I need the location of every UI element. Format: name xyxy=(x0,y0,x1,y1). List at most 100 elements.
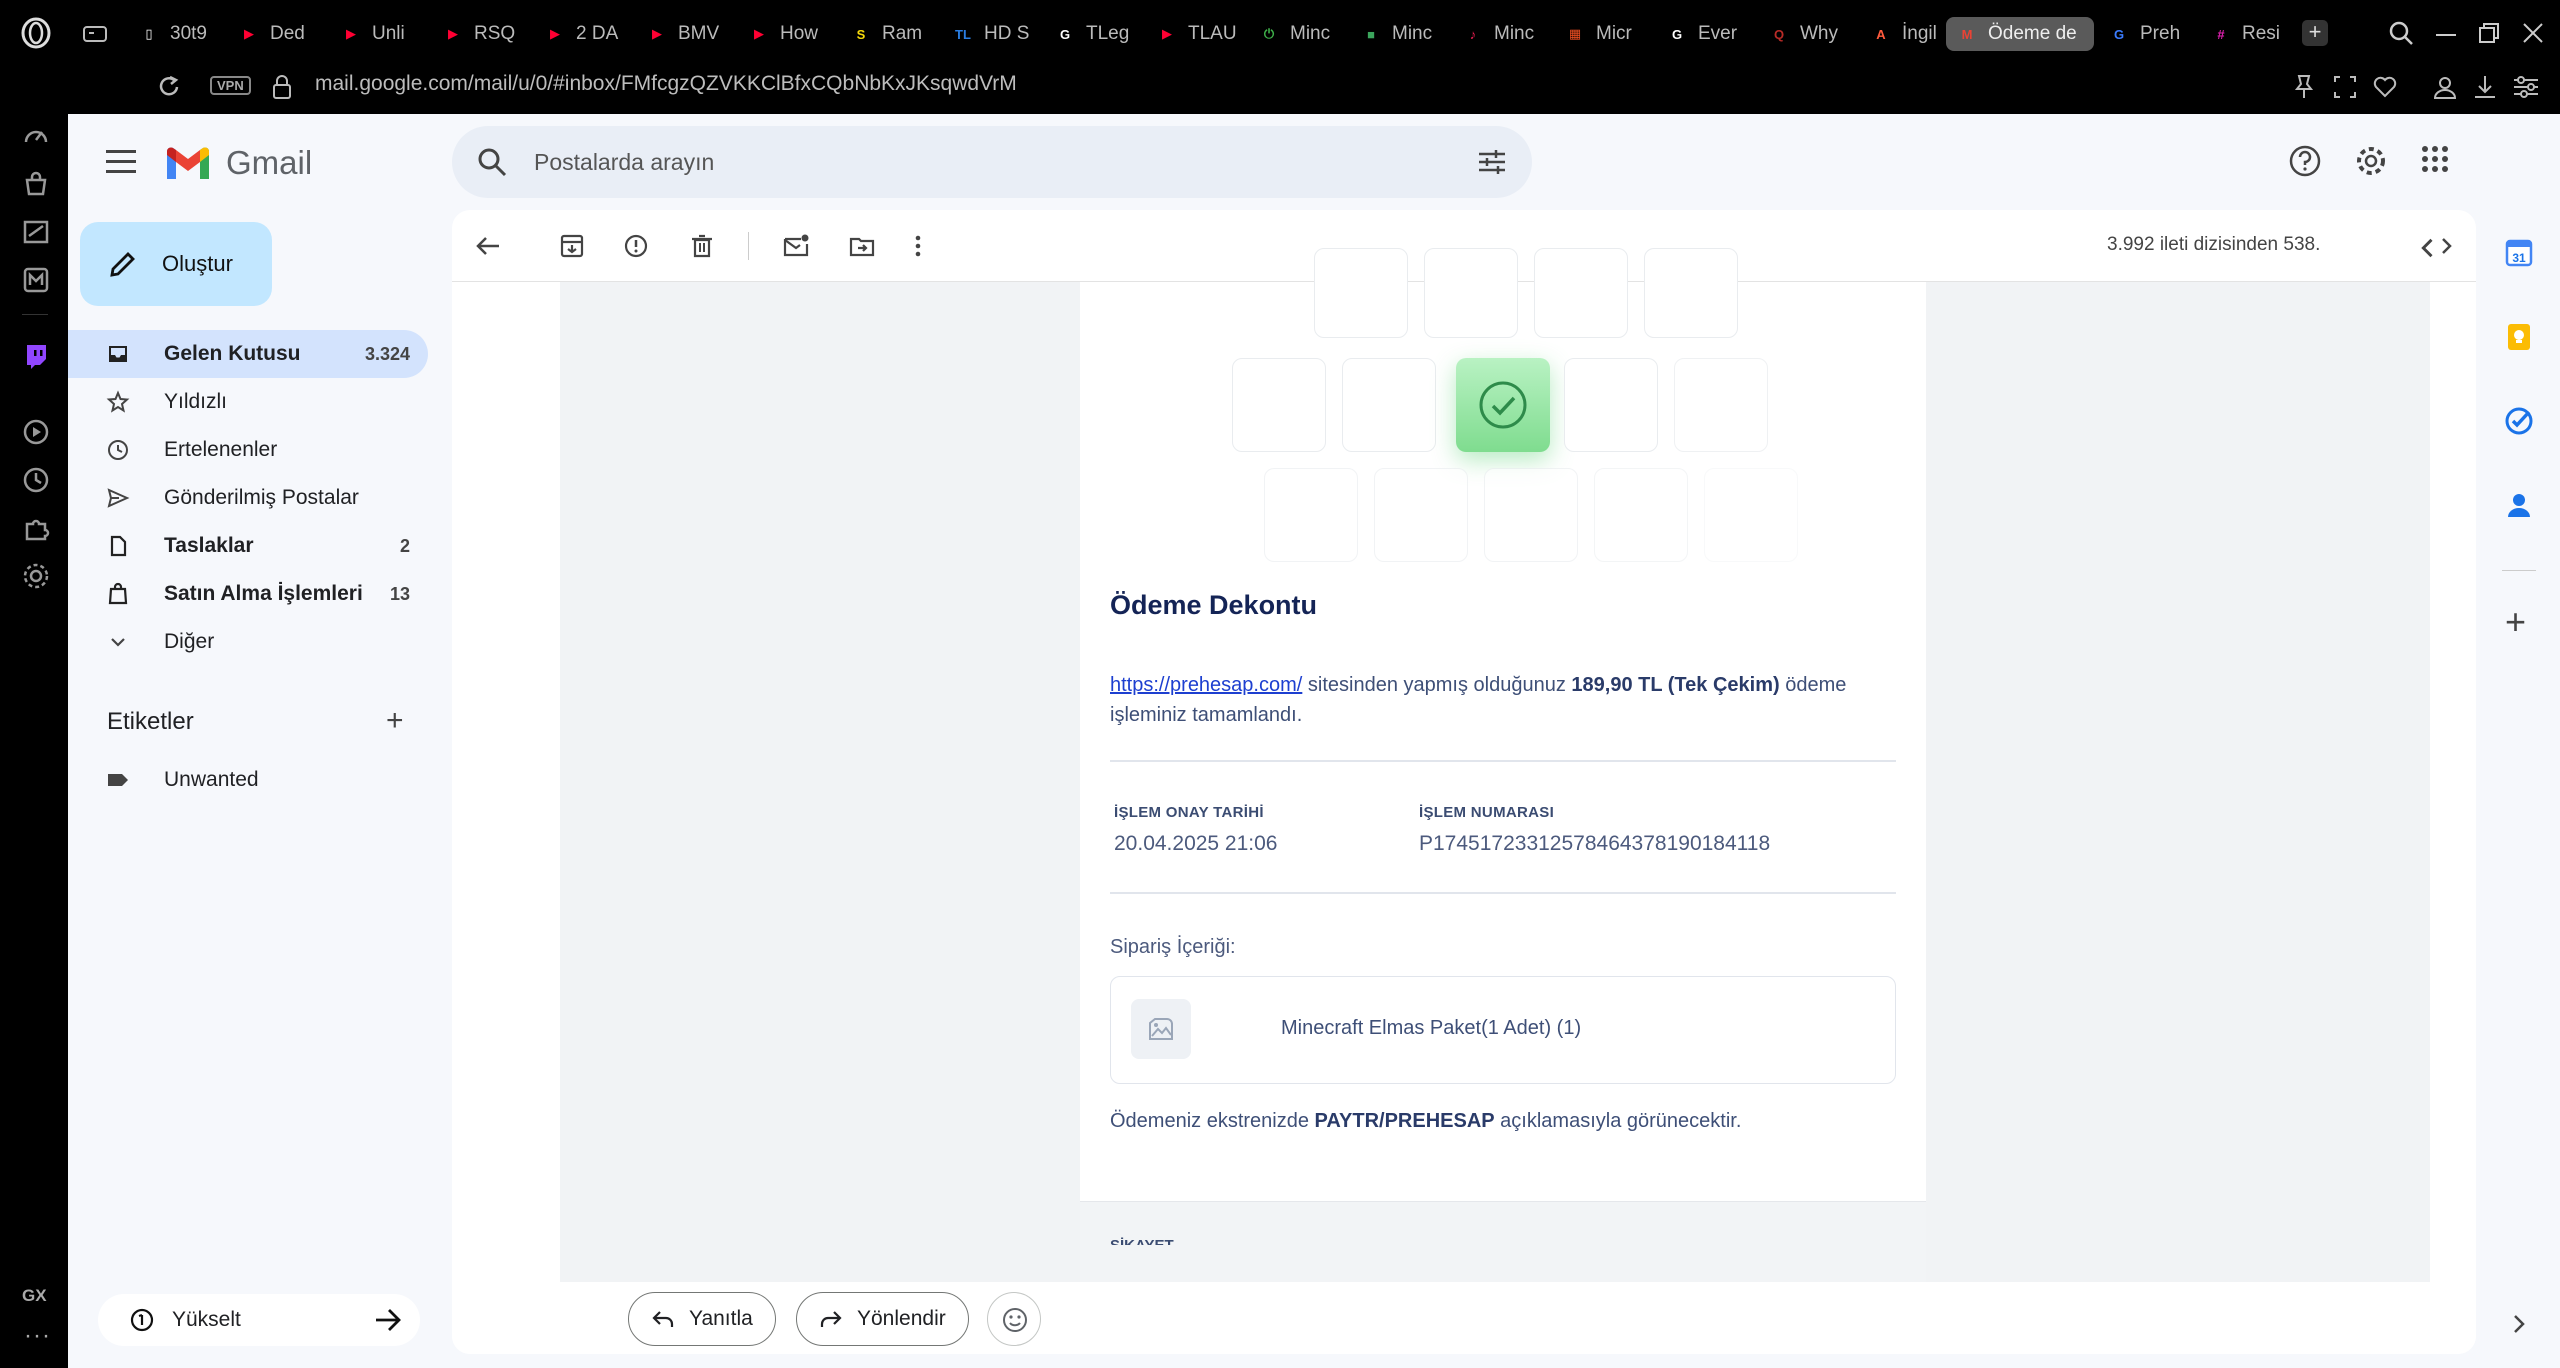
opera-logo-icon[interactable] xyxy=(20,17,52,49)
search-bar[interactable] xyxy=(452,126,1532,198)
nav-item[interactable]: Gelen Kutusu 3.324 xyxy=(68,330,428,378)
browser-tab[interactable]: G Ever xyxy=(1656,17,1748,51)
browser-tab[interactable]: ⏻ Minc xyxy=(1248,17,1340,51)
reload-icon[interactable] xyxy=(156,74,182,100)
browser-tab[interactable]: S Ram xyxy=(840,17,932,51)
move-to-icon[interactable] xyxy=(848,232,876,260)
grid-cell xyxy=(1264,468,1358,562)
gmail-logo[interactable]: Gmail xyxy=(164,144,312,182)
restore-window-button[interactable] xyxy=(2478,22,2500,44)
news-icon[interactable] xyxy=(22,218,50,246)
account-icon[interactable] xyxy=(2432,74,2458,100)
browser-tab[interactable]: ♪ Minc xyxy=(1452,17,1544,51)
emoji-reaction-button[interactable] xyxy=(987,1292,1041,1346)
mark-unread-icon[interactable] xyxy=(782,232,810,260)
easy-setup-icon[interactable] xyxy=(2512,74,2540,100)
player-icon[interactable] xyxy=(22,418,50,446)
search-tabs-icon[interactable] xyxy=(2388,20,2414,46)
youtube-icon: ▶ xyxy=(346,26,356,41)
archive-icon[interactable] xyxy=(558,232,586,260)
nav-item[interactable]: Taslaklar 2 xyxy=(68,522,428,570)
heart-icon[interactable] xyxy=(2372,74,2398,100)
help-icon[interactable] xyxy=(2288,144,2322,178)
label-item-unwanted[interactable]: Unwanted xyxy=(68,756,428,804)
browser-tab[interactable]: ▶ BMV xyxy=(636,17,728,51)
more-icon[interactable]: ··· xyxy=(24,1322,51,1350)
hashtag-icon: # xyxy=(2217,26,2225,42)
browser-tab[interactable]: ▯ 30t9 xyxy=(128,17,218,51)
merchant-link[interactable]: https://prehesap.com/ xyxy=(1110,674,1302,696)
snapshot-icon[interactable] xyxy=(2332,74,2358,100)
download-icon[interactable] xyxy=(2472,74,2498,100)
older-icon[interactable] xyxy=(2434,234,2458,258)
nav-item-count: 13 xyxy=(389,583,410,604)
report-spam-icon[interactable] xyxy=(622,232,650,260)
apps-grid-icon[interactable] xyxy=(2420,144,2450,174)
lock-icon[interactable] xyxy=(272,74,292,100)
nav-item-label: Ertelenenler xyxy=(164,438,278,461)
vpn-badge[interactable]: VPN xyxy=(210,76,251,95)
nav-item-label: Satın Alma İşlemleri xyxy=(164,582,363,605)
gx-label[interactable]: GX xyxy=(22,1286,47,1306)
browser-tab[interactable]: ▶ TLAU xyxy=(1146,17,1238,51)
url-field[interactable]: mail.google.com/mail/u/0/#inbox/FMfcgzQZ… xyxy=(315,72,1017,96)
nav-item[interactable]: Gönderilmiş Postalar xyxy=(68,474,428,522)
browser-tab[interactable]: M Ödeme de xyxy=(1946,17,2094,51)
contacts-icon[interactable] xyxy=(2504,490,2534,520)
minimize-window-button[interactable] xyxy=(2436,34,2456,36)
browser-tab[interactable]: ▶ RSQ xyxy=(432,17,524,51)
keep-icon[interactable] xyxy=(2504,322,2534,352)
order-item-card: Minecraft Elmas Paket(1 Adet) (1) xyxy=(1110,976,1896,1084)
opera-sidebar: GX ··· xyxy=(0,114,68,1368)
browser-tab[interactable]: TL HD S xyxy=(942,17,1034,51)
speed-dial-icon[interactable] xyxy=(22,122,50,150)
settings-icon[interactable] xyxy=(22,562,50,590)
close-window-button[interactable] xyxy=(2522,22,2544,44)
browser-tab[interactable]: ▶ Unli xyxy=(330,17,422,51)
forward-button[interactable]: Yönlendir xyxy=(796,1292,969,1346)
gx-mods-icon[interactable] xyxy=(22,266,50,294)
search-options-icon[interactable] xyxy=(1476,146,1508,178)
compose-button[interactable]: Oluştur xyxy=(80,222,272,306)
get-addons-icon[interactable]: + xyxy=(2505,604,2526,640)
nav-item[interactable]: Satın Alma İşlemleri 13 xyxy=(68,570,428,618)
search-input[interactable] xyxy=(534,142,1414,182)
browser-tab[interactable]: ▶ How xyxy=(738,17,830,51)
statement-text: açıklamasıyla görünecektir. xyxy=(1494,1110,1742,1132)
search-icon[interactable] xyxy=(476,146,508,178)
browser-tab[interactable]: ▶ Ded xyxy=(228,17,320,51)
browser-tab[interactable]: # Resi xyxy=(2200,17,2292,51)
upgrade-button[interactable]: Yükselt xyxy=(98,1294,420,1346)
delete-icon[interactable] xyxy=(688,232,716,260)
more-options-icon[interactable] xyxy=(904,232,932,260)
browser-tab[interactable]: G Preh xyxy=(2098,17,2190,51)
twitch-icon[interactable] xyxy=(22,342,50,370)
reply-button[interactable]: Yanıtla xyxy=(628,1292,776,1346)
shopping-icon[interactable] xyxy=(22,170,50,198)
history-icon[interactable] xyxy=(22,466,50,494)
browser-tab[interactable]: Q Why xyxy=(1758,17,1850,51)
browser-tab[interactable]: ■ Minc xyxy=(1350,17,1442,51)
main-menu-icon[interactable] xyxy=(106,150,136,174)
sidebar-separator xyxy=(22,314,48,315)
browser-tab[interactable]: ▦ Micr xyxy=(1554,17,1646,51)
show-side-panel-icon[interactable] xyxy=(2510,1312,2528,1336)
browser-tab[interactable]: ▶ 2 DA xyxy=(534,17,626,51)
back-to-inbox-icon[interactable] xyxy=(474,232,502,260)
calendar-icon[interactable]: 31 xyxy=(2504,238,2534,268)
approval-date-label: İŞLEM ONAY TARİHİ xyxy=(1114,804,1264,821)
gamepad-icon[interactable] xyxy=(82,22,108,44)
pin-icon[interactable] xyxy=(2292,74,2316,100)
nav-item[interactable]: Diğer xyxy=(68,618,428,666)
nav-item[interactable]: Yıldızlı xyxy=(68,378,428,426)
new-tab-button[interactable]: + xyxy=(2302,20,2328,46)
add-label-icon[interactable]: + xyxy=(386,704,404,738)
browser-tab[interactable]: A İngil xyxy=(1860,17,1944,51)
browser-tab[interactable]: G TLeg xyxy=(1044,17,1136,51)
success-check-tile xyxy=(1456,358,1550,452)
nav-item-label: Yıldızlı xyxy=(164,390,228,413)
settings-gear-icon[interactable] xyxy=(2354,144,2388,178)
extensions-icon[interactable] xyxy=(22,514,50,542)
nav-item[interactable]: Ertelenenler xyxy=(68,426,428,474)
tasks-icon[interactable] xyxy=(2504,406,2534,436)
